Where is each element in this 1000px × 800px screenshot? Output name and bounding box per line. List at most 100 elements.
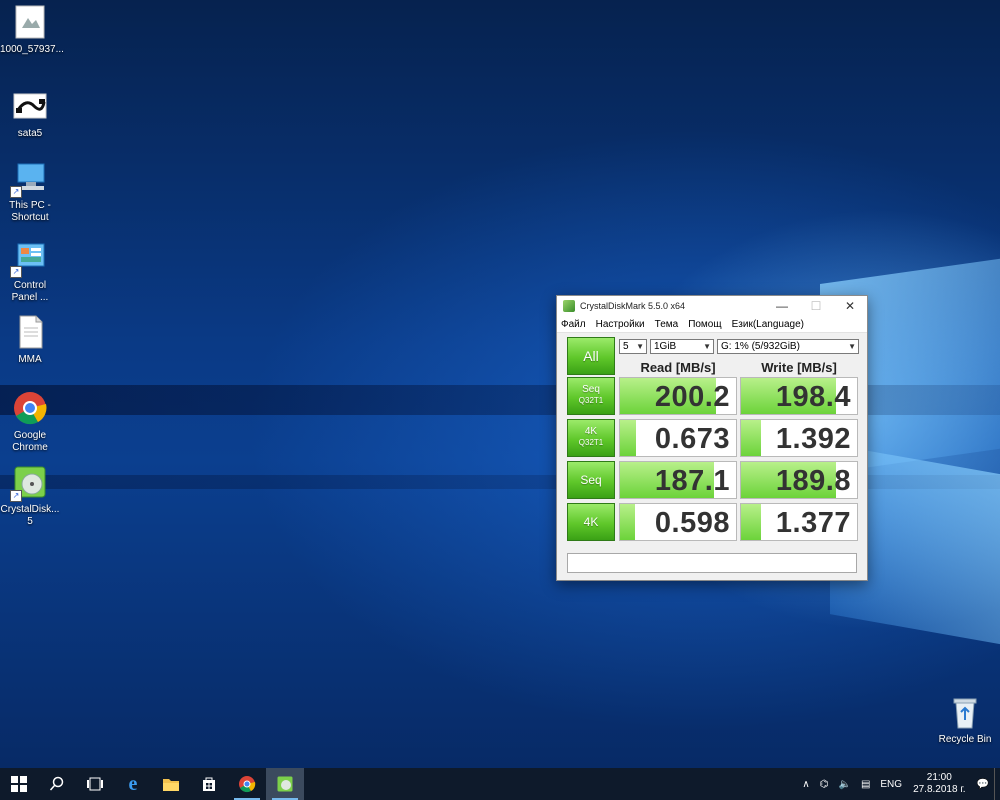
- task-view-button[interactable]: [76, 768, 114, 800]
- drive-select[interactable]: G: 1% (5/932GiB) ▼: [717, 339, 859, 354]
- folder-icon: [163, 779, 179, 791]
- read-column-header: Read [MB/s]: [640, 360, 716, 375]
- volume-icon[interactable]: 🔈: [838, 779, 850, 790]
- shortcut-arrow-icon: ↗: [10, 186, 22, 198]
- write-speed-bar: [741, 504, 761, 540]
- desktop: 1000_57937... sata5 ↗ This PC - Shortcut…: [0, 0, 1000, 768]
- chrome-icon: [239, 776, 256, 793]
- search-icon: [49, 776, 64, 791]
- edge-icon: e: [128, 772, 138, 795]
- read-speed-bar: [620, 420, 637, 456]
- menu-theme[interactable]: Тема: [655, 319, 679, 330]
- close-button[interactable]: ✕: [833, 296, 867, 316]
- taskbar-crystaldiskmark[interactable]: [266, 768, 304, 800]
- crystaldisk-icon: [277, 776, 293, 792]
- clock-date: 27.8.2018 г.: [913, 784, 966, 795]
- taskbar: e ∧ ⌬ 🔈 ▤ ENG 21:00 27.8.2018 г. 💬: [0, 768, 1000, 800]
- read-speed-value: 0.673: [654, 423, 730, 455]
- test-count-value: 5: [623, 341, 629, 352]
- taskbar-file-explorer[interactable]: [152, 768, 190, 800]
- store-icon: [203, 777, 215, 791]
- test-row-sublabel: Q32T1: [578, 396, 604, 405]
- action-center-icon[interactable]: 💬: [977, 779, 989, 790]
- read-result-cell: 0.673: [619, 419, 737, 457]
- clock-time: 21:00: [926, 772, 952, 783]
- desktop-icon-chrome[interactable]: Google Chrome: [0, 390, 60, 454]
- menu-settings[interactable]: Настройки: [596, 319, 645, 330]
- network-icon[interactable]: ⌬: [820, 779, 829, 790]
- drive-value: G: 1% (5/932GiB): [721, 341, 800, 352]
- menu-language[interactable]: Език(Language): [732, 319, 804, 330]
- computer-icon: ↗: [10, 160, 48, 198]
- desktop-icon-sata5[interactable]: sata5: [0, 88, 60, 140]
- menu-bar: Файл Настройки Тема Помощ Език(Language): [557, 316, 867, 333]
- language-indicator[interactable]: ENG: [880, 779, 902, 790]
- minimize-button[interactable]: —: [765, 296, 799, 316]
- search-button[interactable]: [38, 768, 76, 800]
- status-comment-box[interactable]: [567, 553, 857, 573]
- show-hidden-icons-chevron-up-icon[interactable]: ∧: [802, 779, 809, 790]
- desktop-icon-this-pc[interactable]: ↗ This PC - Shortcut: [0, 160, 60, 224]
- notification-icon[interactable]: ▤: [861, 779, 870, 790]
- test-count-select[interactable]: 5 ▼: [619, 339, 647, 354]
- show-desktop-button[interactable]: [994, 768, 1000, 800]
- read-speed-value: 200.2: [654, 381, 730, 413]
- menu-file[interactable]: Файл: [561, 319, 586, 330]
- crystaldiskmark-window: CrystalDiskMark 5.5.0 x64 — ☐ ✕ Файл Нас…: [556, 295, 868, 581]
- read-speed-value: 187.1: [654, 465, 730, 497]
- taskbar-edge[interactable]: e: [114, 768, 152, 800]
- crystaldisk-icon: ↗: [10, 464, 48, 502]
- taskbar-chrome[interactable]: [228, 768, 266, 800]
- test-row-button[interactable]: Seq Q32T1: [567, 377, 615, 415]
- test-row-label: 4K: [584, 426, 598, 437]
- test-row-label: Seq: [582, 384, 600, 395]
- desktop-icon-crystaldisk[interactable]: ↗ CrystalDisk... 5: [0, 464, 60, 528]
- clock[interactable]: 21:00 27.8.2018 г.: [913, 772, 965, 796]
- read-result-cell: 0.598: [619, 503, 737, 541]
- test-row-button[interactable]: 4K Q32T1: [567, 419, 615, 457]
- write-speed-value: 198.4: [775, 381, 851, 413]
- maximize-button: ☐: [810, 299, 822, 313]
- write-speed-value: 1.377: [775, 507, 851, 539]
- test-row-button[interactable]: Seq: [567, 461, 615, 499]
- image-file-icon: [12, 4, 48, 40]
- test-size-select[interactable]: 1GiB ▼: [650, 339, 714, 354]
- read-speed-value: 0.598: [654, 507, 730, 539]
- desktop-icon-recycle-bin[interactable]: Recycle Bin: [935, 694, 995, 746]
- write-result-cell: 1.392: [740, 419, 858, 457]
- test-row-sublabel: Q32T1: [578, 438, 604, 447]
- windows-logo-icon: [11, 776, 27, 792]
- task-view-icon: [87, 777, 103, 791]
- shortcut-arrow-icon: ↗: [10, 490, 22, 502]
- chevron-down-icon: ▼: [636, 342, 644, 351]
- read-speed-bar: [620, 504, 636, 540]
- taskbar-store[interactable]: [190, 768, 228, 800]
- menu-help[interactable]: Помощ: [688, 319, 721, 330]
- write-speed-bar: [741, 420, 761, 456]
- cable-image-icon: [12, 88, 48, 124]
- write-result-cell: 198.4: [740, 377, 858, 415]
- document-icon: [12, 314, 48, 350]
- control-panel-icon: ↗: [10, 240, 48, 278]
- chevron-down-icon: ▼: [848, 342, 856, 351]
- desktop-icon-control-panel[interactable]: ↗ Control Panel ...: [0, 240, 60, 304]
- desktop-icon-image-file[interactable]: 1000_57937...: [0, 4, 64, 56]
- benchmark-panel: All 5 ▼ 1GiB ▼ G: 1% (5/932GiB) ▼ Read [MB/…: [557, 333, 867, 579]
- test-row-button[interactable]: 4K: [567, 503, 615, 541]
- desktop-icon-mma[interactable]: MMA: [0, 314, 60, 366]
- write-speed-value: 189.8: [775, 465, 851, 497]
- run-all-button[interactable]: All: [567, 337, 615, 375]
- window-titlebar[interactable]: CrystalDiskMark 5.5.0 x64 — ☐ ✕: [557, 296, 867, 316]
- test-row-label: Seq: [580, 473, 602, 487]
- read-result-cell: 200.2: [619, 377, 737, 415]
- system-tray: ∧ ⌬ 🔈 ▤ ENG 21:00 27.8.2018 г. 💬: [797, 768, 1000, 800]
- crystaldisk-app-icon: [563, 300, 575, 312]
- start-button[interactable]: [0, 768, 38, 800]
- window-title: CrystalDiskMark 5.5.0 x64: [580, 301, 686, 311]
- read-result-cell: 187.1: [619, 461, 737, 499]
- chevron-down-icon: ▼: [703, 342, 711, 351]
- write-result-cell: 189.8: [740, 461, 858, 499]
- write-column-header: Write [MB/s]: [761, 360, 837, 375]
- write-speed-value: 1.392: [775, 423, 851, 455]
- write-result-cell: 1.377: [740, 503, 858, 541]
